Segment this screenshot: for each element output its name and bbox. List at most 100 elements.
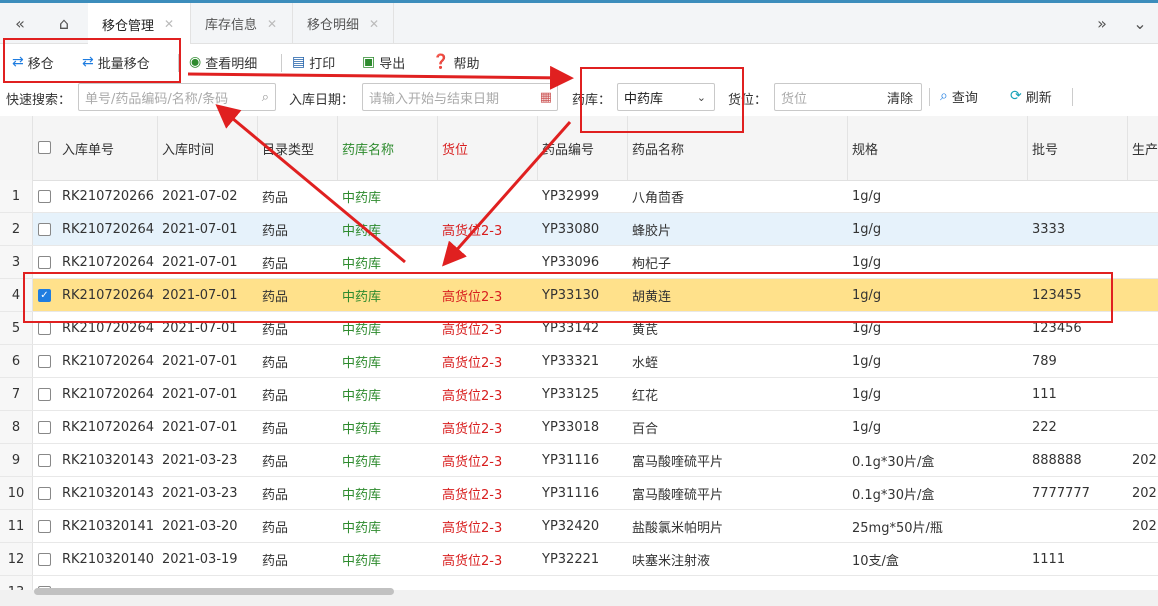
- cell-wh: 中药库: [342, 521, 382, 536]
- row-checkbox[interactable]: [38, 322, 51, 335]
- cell-code: YP31116: [542, 486, 600, 501]
- table-row[interactable]: 11 RK210320141 2021-03-20 药品 中药库 高货位2-3 YP3242…: [0, 510, 1158, 543]
- date-range-input[interactable]: 请输入开始与结束日期 ▦: [362, 83, 558, 111]
- close-icon[interactable]: ✕: [369, 17, 379, 31]
- cell-loc: 高货位2-3: [442, 356, 503, 371]
- cell-wh: 中药库: [342, 389, 382, 404]
- divider: [281, 54, 282, 72]
- header-receipt-no[interactable]: 入库单号: [62, 116, 114, 180]
- tab-move-detail[interactable]: 移仓明细 ✕: [293, 3, 394, 44]
- cell-date: 2021-07-01: [162, 222, 238, 237]
- cell-name: 八角茴香: [632, 191, 685, 206]
- cell-spec: 1g/g: [852, 222, 882, 237]
- table-row[interactable]: 1 RK210720266 2021-07-02 药品 中药库 YP32999 八角茴香 1g…: [0, 180, 1158, 213]
- date-placeholder: 请输入开始与结束日期: [369, 91, 500, 107]
- row-checkbox[interactable]: [38, 421, 51, 434]
- column-divider: [437, 116, 438, 180]
- cell-wh: 中药库: [342, 488, 382, 503]
- cell-wh: 中药库: [342, 422, 382, 437]
- scroll-right-icon[interactable]: »: [1084, 3, 1120, 44]
- cell-type: 药品: [262, 554, 289, 569]
- row-checkbox[interactable]: [38, 520, 51, 533]
- quick-search-input[interactable]: 单号/药品编码/名称/条码 ⌕: [78, 83, 276, 111]
- date-label: 入库日期：: [289, 93, 355, 108]
- row-checkbox[interactable]: [38, 190, 51, 203]
- row-checkbox[interactable]: [38, 223, 51, 236]
- row-checkbox[interactable]: [38, 454, 51, 467]
- select-all-checkbox[interactable]: [38, 141, 51, 154]
- row-checkbox[interactable]: [38, 487, 51, 500]
- row-number: 10: [7, 486, 25, 501]
- cell-prod: 202: [1132, 519, 1157, 534]
- cell-spec: 25mg*50片/瓶: [852, 521, 943, 536]
- scrollbar-thumb[interactable]: [34, 588, 394, 595]
- quick-search-placeholder: 单号/药品编码/名称/条码: [85, 91, 229, 107]
- header-receipt-date[interactable]: 入库时间: [162, 116, 214, 180]
- cell-no: RK210320143: [62, 453, 154, 468]
- header-location[interactable]: 货位: [442, 116, 468, 180]
- annotation-box-selected-row: [23, 272, 1113, 323]
- cell-loc: 高货位2-3: [442, 389, 503, 404]
- close-icon[interactable]: ✕: [267, 17, 277, 31]
- table-row[interactable]: 10 RK210320143 2021-03-23 药品 中药库 高货位2-3 YP3111…: [0, 477, 1158, 510]
- view-detail-button[interactable]: ◉ 查看明细: [189, 50, 257, 74]
- eye-icon: ◉: [189, 54, 202, 70]
- cell-no: RK210720264: [62, 354, 154, 369]
- row-number: 12: [7, 552, 25, 567]
- export-label: 导出: [379, 56, 406, 72]
- cell-type: 药品: [262, 356, 289, 371]
- cell-date: 2021-07-02: [162, 189, 238, 204]
- refresh-icon: ⟳: [1010, 88, 1022, 104]
- annotation-box-move-buttons: [3, 38, 181, 83]
- table-row[interactable]: 7 RK210720264 2021-07-01 药品 中药库 高货位2-3 YP33125…: [0, 378, 1158, 411]
- table-row[interactable]: 6 RK210720264 2021-07-01 药品 中药库 高货位2-3 YP33321…: [0, 345, 1158, 378]
- table-row[interactable]: 2 RK210720264 2021-07-01 药品 中药库 高货位2-3 YP33080…: [0, 213, 1158, 246]
- header-production[interactable]: 生产: [1132, 116, 1158, 180]
- cell-type: 药品: [262, 422, 289, 437]
- export-button[interactable]: ▣ 导出: [362, 50, 405, 74]
- search-icon: ⌕: [940, 88, 948, 104]
- table-row[interactable]: 9 RK210320143 2021-03-23 药品 中药库 高货位2-3 YP31116…: [0, 444, 1158, 477]
- location-input[interactable]: 货位 清除: [774, 83, 922, 111]
- header-spec[interactable]: 规格: [852, 116, 878, 180]
- chevron-down-icon[interactable]: ⌄: [1122, 3, 1158, 44]
- cell-date: 2021-07-01: [162, 420, 238, 435]
- clear-button[interactable]: 清除: [887, 88, 913, 107]
- cell-type: 药品: [262, 521, 289, 536]
- print-label: 打印: [309, 56, 336, 72]
- cell-spec: 1g/g: [852, 189, 882, 204]
- row-checkbox[interactable]: [38, 388, 51, 401]
- cell-name: 富马酸喹硫平片: [632, 455, 724, 470]
- tab-inventory-info[interactable]: 库存信息 ✕: [191, 3, 293, 44]
- row-number: 2: [11, 222, 21, 237]
- calendar-icon: ▦: [539, 89, 552, 105]
- query-button[interactable]: ⌕ 查询: [940, 84, 978, 108]
- print-button[interactable]: ▤ 打印: [292, 50, 335, 74]
- column-divider: [1127, 116, 1128, 180]
- cell-spec: 0.1g*30片/盒: [852, 488, 935, 503]
- cell-type: 药品: [262, 389, 289, 404]
- header-batch[interactable]: 批号: [1032, 116, 1058, 180]
- column-divider: [1027, 116, 1028, 180]
- view-detail-label: 查看明细: [205, 56, 258, 72]
- row-checkbox[interactable]: [38, 553, 51, 566]
- cell-loc: 高货位2-3: [442, 521, 503, 536]
- cell-name: 呋塞米注射液: [632, 554, 711, 569]
- table-row[interactable]: 12 RK210320140 2021-03-19 药品 中药库 高货位2-3 YP3222…: [0, 543, 1158, 576]
- cell-no: RK210320140: [62, 552, 154, 567]
- close-icon[interactable]: ✕: [164, 17, 174, 31]
- table-row[interactable]: 8 RK210720264 2021-07-01 药品 中药库 高货位2-3 YP33018…: [0, 411, 1158, 444]
- row-checkbox[interactable]: [38, 355, 51, 368]
- location-placeholder: 货位: [781, 91, 808, 107]
- row-checkbox[interactable]: [38, 256, 51, 269]
- export-icon: ▣: [362, 54, 376, 70]
- cell-code: YP33018: [542, 420, 600, 435]
- search-bar: 快速搜索： 单号/药品编码/名称/条码 ⌕ 入库日期： 请输入开始与结束日期 ▦…: [0, 80, 1158, 117]
- cell-batch: 7777777: [1032, 486, 1090, 501]
- header-warehouse[interactable]: 药库名称: [342, 116, 394, 180]
- help-button[interactable]: ❓ 帮助: [432, 50, 479, 74]
- cell-name: 盐酸氯米帕明片: [632, 521, 724, 536]
- refresh-label: 刷新: [1025, 90, 1052, 106]
- refresh-button[interactable]: ⟳ 刷新: [1010, 84, 1052, 108]
- header-catalog-type[interactable]: 目录类型: [262, 116, 314, 180]
